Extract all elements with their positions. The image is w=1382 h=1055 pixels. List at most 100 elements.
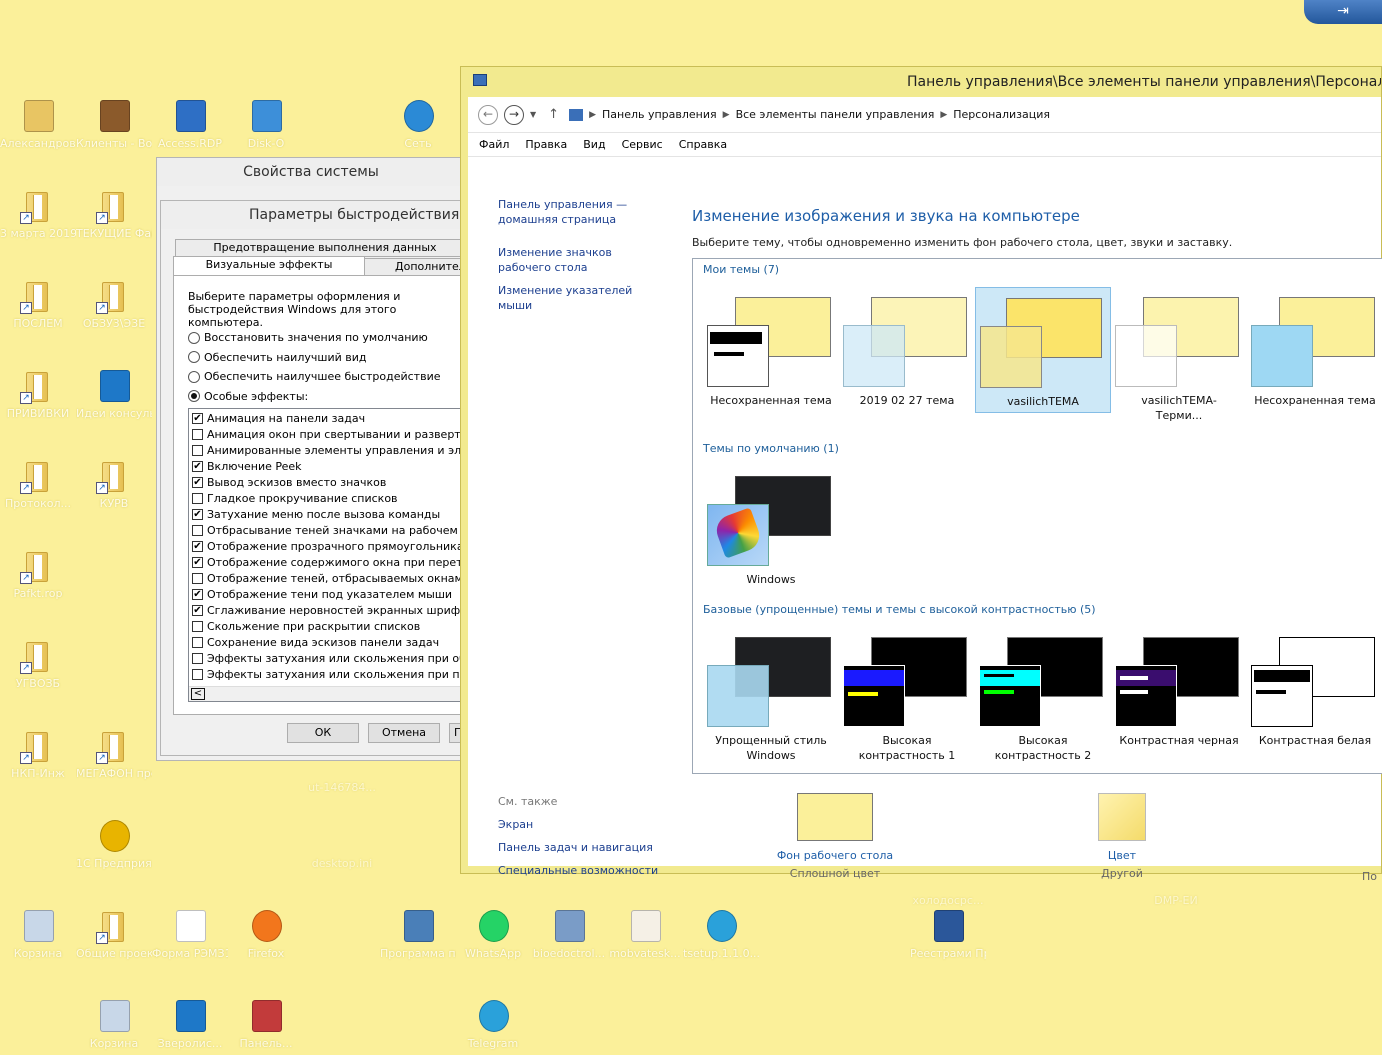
desktop-icon[interactable]: ↗ МЕГАФОН предложе...: [76, 728, 152, 781]
checkbox[interactable]: ✔: [192, 412, 203, 424]
desktop-icon[interactable]: ↗ Общие проекты: [76, 908, 152, 961]
desktop-icon[interactable]: Форма РЭМЗ1.pdf: [152, 908, 228, 961]
desktop-icon[interactable]: Корзина: [76, 998, 152, 1051]
theme-thumbnail[interactable]: vasilichTEMA: [975, 287, 1111, 413]
desktop-icon[interactable]: Реестрами Прикатных: [910, 908, 986, 961]
desktop-icon[interactable]: 1С Предприя...: [76, 818, 152, 871]
forward-button[interactable]: →: [504, 104, 524, 125]
desktop-icon[interactable]: Telegram: [455, 998, 531, 1051]
color-item[interactable]: Цвет Другой: [1082, 793, 1162, 880]
see-also-taskbar[interactable]: Панель задач и навигация: [498, 840, 658, 855]
effect-checkbox-row[interactable]: ✔ Вывод эскизов вместо значков: [192, 474, 474, 490]
effect-checkbox-row[interactable]: Анимация окон при свертывании и разверты…: [192, 426, 477, 442]
desktop-icon[interactable]: ↗ ПРИВИВКИ: [0, 368, 76, 421]
see-also-accessibility[interactable]: Специальные возможности: [498, 863, 658, 878]
radio-circle[interactable]: [188, 331, 200, 344]
radio-circle[interactable]: [188, 351, 200, 364]
menu-file[interactable]: Файл: [479, 133, 509, 156]
desktop-background-item[interactable]: Фон рабочего стола Сплошной цвет: [768, 793, 902, 880]
ok-button[interactable]: ОК: [287, 723, 359, 743]
theme-thumbnail[interactable]: Несохраненная тема: [1247, 287, 1382, 413]
checkbox[interactable]: [192, 572, 203, 584]
effect-checkbox-row[interactable]: ✔ Сглаживание неровностей экранных шрифто…: [192, 602, 477, 618]
theme-thumbnail[interactable]: 2019 02 27 тема: [839, 287, 975, 413]
breadcrumb-control-panel[interactable]: Панель управления: [602, 108, 717, 121]
up-arrow-icon[interactable]: ↑: [548, 107, 559, 122]
theme-thumbnail[interactable]: Упрощенный стиль Windows: [703, 627, 839, 762]
checkbox[interactable]: ✔: [192, 540, 203, 552]
desktop-icon[interactable]: WhatsApp: [455, 908, 531, 961]
desktop-icon[interactable]: Корзина: [0, 908, 76, 961]
menu-edit[interactable]: Правка: [525, 133, 567, 156]
radio-circle[interactable]: [188, 370, 200, 383]
cancel-button[interactable]: Отмена: [368, 723, 440, 743]
checkbox[interactable]: ✔: [192, 476, 203, 488]
tab-dep[interactable]: Предотвращение выполнения данных: [175, 239, 475, 257]
effect-checkbox-row[interactable]: ✔ Анимация на панели задач: [192, 410, 474, 426]
theme-thumbnail[interactable]: Несохраненная тема: [703, 287, 839, 413]
effect-checkbox-row[interactable]: Скольжение при раскрытии списков: [192, 618, 474, 634]
radio-circle[interactable]: [188, 390, 200, 403]
appearance-radio[interactable]: Обеспечить наилучшее быстродействие: [188, 367, 440, 387]
desktop-background-link[interactable]: Фон рабочего стола: [768, 849, 902, 862]
effect-checkbox-row[interactable]: Сохранение вида эскизов панели задач: [192, 634, 474, 650]
checkbox[interactable]: [192, 652, 203, 664]
theme-thumbnail[interactable]: vasilichTEMA-Терми...: [1111, 287, 1247, 422]
desktop-icon[interactable]: bioedoctrol...: [531, 908, 607, 961]
desktop-icon[interactable]: ↗ Протокол...: [0, 458, 76, 511]
color-link[interactable]: Цвет: [1082, 849, 1162, 862]
back-button[interactable]: ←: [478, 104, 498, 125]
checkbox[interactable]: [192, 636, 203, 648]
desktop-icon[interactable]: Идеи консульта...: [76, 368, 152, 421]
menu-view[interactable]: Вид: [583, 133, 605, 156]
desktop-icon[interactable]: ↗ ТЕКУЩИЕ Файлы: [76, 188, 152, 241]
nav-home-link[interactable]: Панель управления — домашняя страница: [498, 197, 638, 227]
theme-thumbnail[interactable]: Высокая контрастность 2: [975, 627, 1111, 762]
effect-checkbox-row[interactable]: Отбрасывание теней значками на рабочем с…: [192, 522, 477, 538]
menu-help[interactable]: Справка: [679, 133, 727, 156]
desktop-icon[interactable]: Firefox: [228, 908, 304, 961]
breadcrumb-personalization[interactable]: Персонализация: [953, 108, 1050, 121]
desktop-icon[interactable]: Disk-O: [228, 98, 304, 151]
desktop-icon[interactable]: Клиенты - Вопрос: [76, 98, 152, 151]
desktop-icon[interactable]: Александров Сергей: [0, 98, 76, 151]
effect-checkbox-row[interactable]: ✔ Отображение содержимого окна при перета…: [192, 554, 477, 570]
checkbox[interactable]: ✔: [192, 588, 203, 600]
effect-checkbox-row[interactable]: Эффекты затухания или скольжения при поя…: [192, 666, 477, 682]
checkbox[interactable]: [192, 668, 203, 680]
desktop-icon[interactable]: ↗ УГВОЗБ: [0, 638, 76, 691]
effect-checkbox-row[interactable]: ✔ Затухание меню после вызова команды: [192, 506, 474, 522]
tab-advanced[interactable]: Дополнительно: [364, 258, 486, 276]
desktop-icon[interactable]: Программа подготовк...: [380, 908, 456, 961]
desktop-icon[interactable]: Сеть: [380, 98, 456, 151]
effect-checkbox-row[interactable]: Эффекты затухания или скольжения при обр…: [192, 650, 477, 666]
nav-desktop-icons-link[interactable]: Изменение значков рабочего стола: [498, 245, 668, 275]
theme-thumbnail[interactable]: Контрастная черная: [1111, 627, 1247, 753]
theme-thumbnail[interactable]: Windows: [703, 466, 839, 592]
desktop-icon[interactable]: Панель...: [228, 998, 304, 1051]
effect-checkbox-row[interactable]: ✔ Отображение прозрачного прямоугольника …: [192, 538, 477, 554]
appearance-radio[interactable]: Обеспечить наилучший вид: [188, 348, 440, 368]
sounds-item[interactable]: По: [1362, 793, 1382, 883]
appearance-radio[interactable]: Особые эффекты:: [188, 387, 440, 407]
effect-checkbox-row[interactable]: Анимированные элементы управления и элем…: [192, 442, 477, 458]
history-dropdown-icon[interactable]: ▼: [530, 110, 536, 119]
pin-button[interactable]: ⇥: [1304, 0, 1382, 24]
desktop-icon[interactable]: Access.RDP: [152, 98, 228, 151]
desktop-icon[interactable]: ↗ КУРВ: [76, 458, 152, 511]
theme-thumbnail[interactable]: Контрастная белая: [1247, 627, 1382, 753]
desktop-icon[interactable]: ↗ ОБЗУ3\Э3Е: [76, 278, 152, 331]
checkbox[interactable]: [192, 620, 203, 632]
checkbox[interactable]: [192, 524, 203, 536]
effect-checkbox-row[interactable]: ✔ Отображение тени под указателем мыши: [192, 586, 474, 602]
checkbox[interactable]: ✔: [192, 556, 203, 568]
desktop-icon[interactable]: desktop.ini: [304, 818, 380, 871]
effect-checkbox-row[interactable]: Отображение теней, отбрасываемых окнами: [192, 570, 474, 586]
checkbox[interactable]: [192, 444, 203, 456]
checkbox[interactable]: [192, 492, 203, 504]
desktop-icon[interactable]: ↗ ПОСЛЕМ: [0, 278, 76, 331]
desktop-icon[interactable]: ↗ Pafkt.rop: [0, 548, 76, 601]
desktop-icon[interactable]: ↗ 3 марта 2019: [0, 188, 76, 241]
tab-visual-effects[interactable]: Визуальные эффекты: [173, 256, 365, 276]
nav-mouse-pointers-link[interactable]: Изменение указателей мыши: [498, 283, 668, 313]
